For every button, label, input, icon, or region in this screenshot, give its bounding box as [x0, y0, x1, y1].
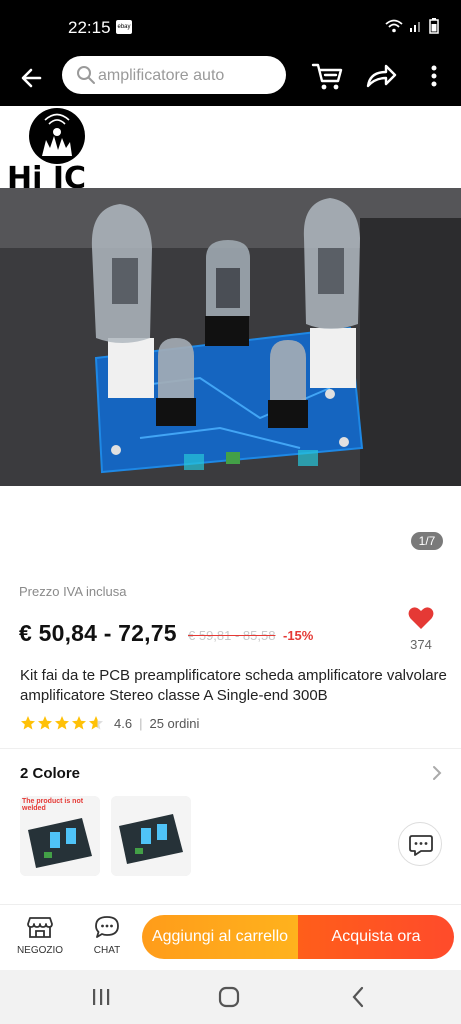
- recent-apps-icon: [93, 989, 110, 1005]
- original-price: € 59,81 - 85,58: [188, 628, 276, 643]
- share-button[interactable]: [364, 60, 398, 92]
- top-bar: amplificatore auto: [0, 52, 461, 106]
- home-icon: [218, 986, 240, 1008]
- product-price: € 50,84 - 72,75: [19, 620, 177, 646]
- search-icon: [77, 66, 95, 84]
- variant-selector[interactable]: 2 Colore The product is not welded: [0, 750, 461, 890]
- product-gallery[interactable]: Hi IC 1/7: [0, 106, 461, 560]
- back-nav-button[interactable]: [344, 984, 374, 1010]
- more-vertical-icon: [431, 65, 437, 87]
- status-bar: 22:15 ebay: [0, 0, 461, 52]
- variant-tag: The product is not welded: [22, 798, 84, 812]
- variant-thumb-1[interactable]: The product is not welded: [20, 796, 100, 876]
- chat-icon: [95, 916, 119, 938]
- wishlist-button[interactable]: 374: [402, 606, 440, 652]
- more-options-button[interactable]: [424, 60, 444, 92]
- wifi-icon: [385, 19, 403, 33]
- home-button[interactable]: [214, 984, 244, 1010]
- add-to-cart-button[interactable]: Aggiungi al carrello: [142, 915, 298, 959]
- search-box[interactable]: amplificatore auto: [62, 56, 286, 94]
- battery-icon: [429, 18, 439, 34]
- store-icon: [27, 917, 53, 938]
- discount-badge: -15%: [283, 628, 314, 643]
- status-time: 22:15: [68, 18, 111, 37]
- product-photo: [0, 188, 461, 486]
- rating-row[interactable]: 4.6 | 25 ordini: [20, 715, 199, 731]
- wishlist-count: 374: [410, 637, 432, 652]
- variant-thumb-2[interactable]: [111, 796, 191, 876]
- chat-label: CHAT: [93, 945, 121, 956]
- rating-separator: |: [139, 715, 143, 731]
- brand-logo: Hi IC: [7, 108, 86, 190]
- gallery-pager: 1/7: [411, 532, 443, 550]
- divider: [0, 748, 461, 749]
- star-icon: [38, 716, 52, 730]
- star-icon: [89, 716, 103, 730]
- vat-note: Prezzo IVA inclusa: [19, 584, 127, 599]
- ebay-notification-icon: ebay: [116, 20, 132, 34]
- star-icon: [21, 716, 35, 730]
- rating-value: 4.6: [114, 715, 133, 731]
- recent-apps-button[interactable]: [86, 984, 116, 1010]
- buy-now-button[interactable]: Acquista ora: [298, 915, 454, 959]
- svg-text:Hi IC: Hi IC: [7, 161, 86, 190]
- cart-icon: [311, 63, 343, 90]
- chat-button[interactable]: CHAT: [77, 915, 137, 956]
- heart-icon: [408, 607, 434, 629]
- back-button[interactable]: [16, 62, 48, 94]
- back-arrow-icon: [21, 68, 42, 88]
- bottom-action-bar: NEGOZIO CHAT Aggiungi al carrello Acquis…: [0, 904, 461, 970]
- star-icon: [55, 716, 69, 730]
- product-title: Kit fai da te PCB preamplificatore sched…: [20, 667, 447, 704]
- tube-amplifier-image: [0, 188, 461, 486]
- search-input[interactable]: amplificatore auto: [98, 67, 224, 85]
- store-button[interactable]: NEGOZIO: [10, 915, 70, 956]
- variant-label: 2 Colore: [20, 765, 81, 782]
- variant-image: [111, 796, 191, 876]
- back-chevron-icon: [352, 986, 364, 1008]
- chat-bubble-icon: [409, 835, 433, 856]
- share-icon: [366, 64, 397, 88]
- system-nav-bar: [0, 970, 461, 1024]
- star-icon: [72, 716, 86, 730]
- rating-stars: [20, 715, 104, 731]
- chat-float-button[interactable]: [398, 822, 442, 866]
- store-label: NEGOZIO: [16, 945, 64, 956]
- chevron-right-icon[interactable]: [431, 764, 443, 782]
- orders-count: 25 ordini: [149, 715, 200, 731]
- signal-icon: [410, 22, 420, 32]
- cart-button[interactable]: [310, 60, 344, 92]
